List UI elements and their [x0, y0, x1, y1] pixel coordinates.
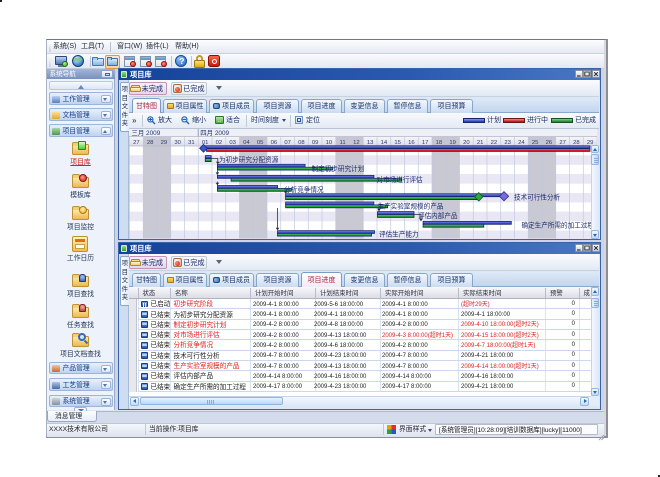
svg-text:24: 24	[518, 140, 525, 146]
svg-text:14: 14	[380, 140, 387, 146]
svg-text:22: 22	[490, 140, 497, 146]
svg-text:30: 30	[174, 140, 181, 146]
svg-text:21: 21	[476, 140, 483, 146]
svg-text:分析竞争情况: 分析竞争情况	[284, 185, 324, 194]
svg-text:确定生产所需的加工过程: 确定生产所需的加工过程	[521, 221, 594, 230]
svg-text:27: 27	[559, 140, 566, 146]
svg-text:28: 28	[573, 140, 580, 146]
svg-text:05: 05	[256, 140, 263, 146]
svg-text:10: 10	[325, 140, 332, 146]
svg-text:06: 06	[270, 140, 277, 146]
svg-text:12: 12	[353, 140, 360, 146]
svg-text:09: 09	[311, 140, 318, 146]
svg-text:28: 28	[146, 140, 153, 146]
svg-text:27: 27	[133, 140, 140, 146]
svg-text:16: 16	[408, 140, 415, 146]
svg-text:25: 25	[531, 140, 538, 146]
svg-text:26: 26	[545, 140, 552, 146]
svg-text:制定初步研究计划: 制定初步研究计划	[311, 164, 364, 173]
svg-text:15: 15	[394, 140, 401, 146]
svg-text:03: 03	[229, 140, 236, 146]
svg-text:20: 20	[463, 140, 470, 146]
svg-text:23: 23	[504, 140, 511, 146]
svg-text:评估内部产品: 评估内部产品	[418, 211, 458, 220]
svg-text:11: 11	[339, 140, 345, 146]
svg-text:19: 19	[449, 140, 456, 146]
svg-text:31: 31	[188, 140, 195, 146]
svg-text:17: 17	[421, 140, 428, 146]
svg-text:13: 13	[366, 140, 373, 146]
svg-text:07: 07	[284, 140, 291, 146]
svg-text:29: 29	[160, 140, 167, 146]
svg-text:为初步研究分配资源: 为初步研究分配资源	[219, 155, 279, 164]
svg-text:三月 2009: 三月 2009	[131, 129, 160, 137]
svg-text:04: 04	[243, 140, 250, 146]
svg-text:18: 18	[435, 140, 442, 146]
svg-text:四月 2009: 四月 2009	[200, 129, 229, 137]
svg-text:技术可行性分析: 技术可行性分析	[514, 192, 561, 201]
svg-text:08: 08	[298, 140, 305, 146]
svg-text:评估生产能力: 评估生产能力	[379, 230, 419, 239]
svg-text:02: 02	[215, 140, 222, 146]
svg-text:生产实验室规模的产品: 生产实验室规模的产品	[377, 201, 443, 210]
svg-text:对市场进行评估: 对市场进行评估	[376, 175, 423, 184]
